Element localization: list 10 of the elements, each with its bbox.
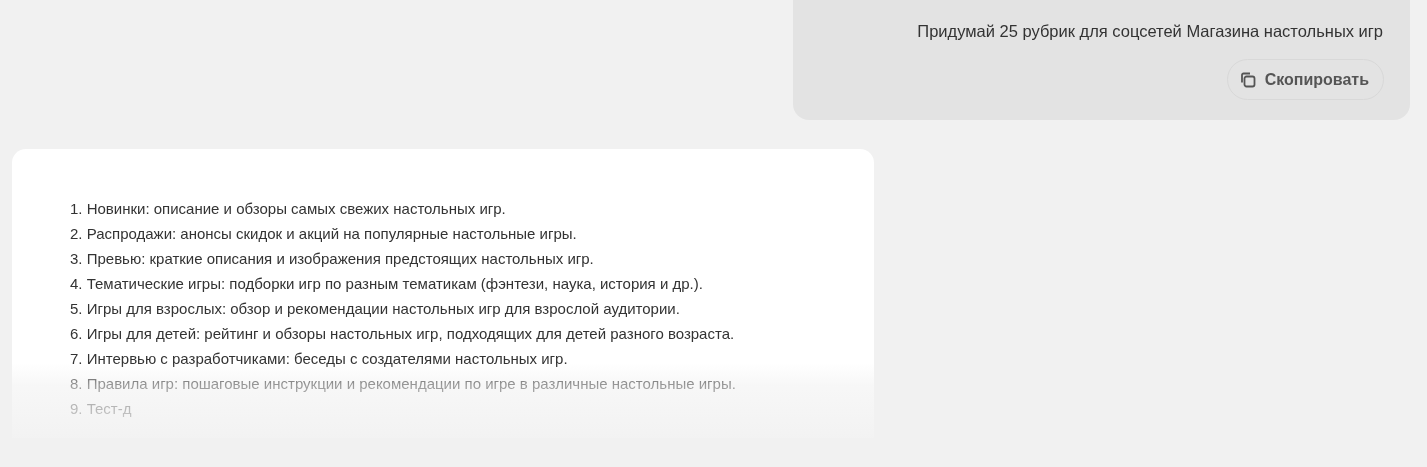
list-item: 6. Игры для детей: рейтинг и обзоры настольных игр, подходящих для детей разного возраста.: [70, 324, 736, 344]
list-item: 5. Игры для взрослых: обзор и рекомендации настольных игр для взрослой аудитории.: [70, 299, 681, 319]
list-item: 1. Новинки: описание и обзоры самых свежих настольных игр.: [70, 199, 507, 219]
user-message: Придумай 25 рубрик для соцсетей Магазина настольных игр: [917, 22, 1383, 41]
list-item: 2. Распродажи: анонсы скидок и акций на популярные настольные игры.: [70, 224, 578, 244]
copy-button[interactable]: Скопировать: [1226, 59, 1384, 100]
list-item: 3. Превью: краткие описания и изображения предстоящих настольных игр.: [70, 249, 595, 269]
list-item: 8. Правила игр: пошаговые инструкции и рекомендации по игре в различные настольные игры.: [70, 374, 737, 394]
list-item: 4. Тематические игры: подборки игр по разным тематикам (фэнтези, наука, история и др.).: [70, 274, 704, 294]
list-item: 7. Интервью с разработчиками: беседы с создателями настольных игр.: [70, 349, 569, 369]
